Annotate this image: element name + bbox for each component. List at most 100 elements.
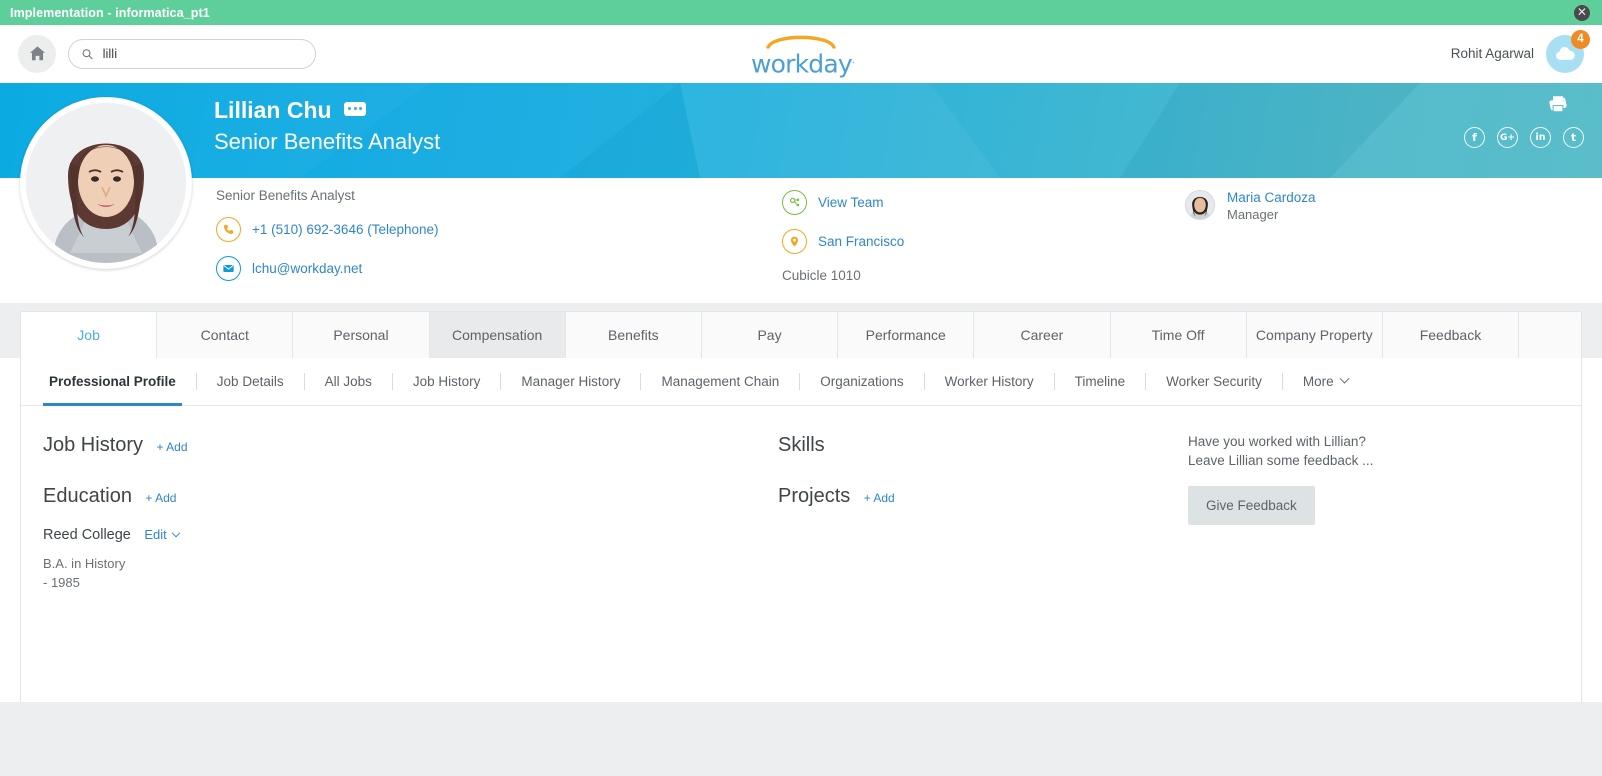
education-title: Education: [43, 485, 132, 507]
tab-job[interactable]: Job: [21, 312, 158, 358]
education-degree: B.A. in History: [43, 556, 126, 571]
feedback-prompt-line2: Leave Lillian some feedback ...: [1188, 453, 1374, 468]
subtab-job-details[interactable]: Job Details: [197, 358, 304, 405]
skills-section: Skills: [778, 434, 1158, 457]
facebook-icon[interactable]: f: [1464, 127, 1485, 148]
twitter-icon[interactable]: t: [1563, 127, 1584, 148]
manager-avatar[interactable]: [1185, 190, 1215, 220]
subtab-more[interactable]: More: [1283, 358, 1368, 405]
view-team-row: View Team: [782, 190, 904, 215]
subtab-worker-history[interactable]: Worker History: [925, 358, 1054, 405]
projects-section: Projects + Add: [778, 485, 1158, 508]
social-links: f G+ in t: [1464, 127, 1584, 148]
education-section: Education + Add Reed College Edit B.A. i…: [43, 485, 723, 590]
tab-overflow[interactable]: [1519, 312, 1581, 358]
related-actions-icon[interactable]: [344, 101, 367, 116]
subtab-timeline[interactable]: Timeline: [1055, 358, 1146, 405]
subtab-professional-profile[interactable]: Professional Profile: [29, 358, 196, 406]
give-feedback-button[interactable]: Give Feedback: [1188, 486, 1315, 525]
phone-row: +1 (510) 692-3646 (Telephone): [216, 217, 439, 242]
location-pin-icon: [782, 229, 807, 254]
page-background: [0, 702, 1602, 776]
manager-info: Maria Cardoza Manager: [1227, 190, 1316, 222]
chevron-down-icon: [1339, 373, 1350, 384]
phone-link[interactable]: +1 (510) 692-3646 (Telephone): [252, 222, 439, 237]
worker-name: Lillian Chu: [214, 97, 332, 123]
email-icon: [216, 256, 241, 281]
current-user-name: Rohit Agarwal: [1450, 46, 1534, 61]
linkedin-icon[interactable]: in: [1530, 127, 1551, 148]
primary-tabs: Job Contact Personal Compensation Benefi…: [20, 311, 1582, 358]
tab-feedback[interactable]: Feedback: [1382, 312, 1520, 358]
email-link[interactable]: lchu@workday.net: [252, 261, 362, 276]
subtab-manager-history[interactable]: Manager History: [501, 358, 640, 405]
tab-personal[interactable]: Personal: [293, 312, 430, 358]
job-history-education-column: Job History + Add Education + Add Reed C…: [43, 434, 723, 618]
projects-add-link[interactable]: + Add: [864, 491, 895, 505]
profile-info-strip: Senior Benefits Analyst +1 (510) 692-364…: [0, 178, 1602, 303]
manager-column: Maria Cardoza Manager: [1185, 190, 1316, 222]
tab-benefits[interactable]: Benefits: [565, 312, 702, 358]
contact-column: Senior Benefits Analyst +1 (510) 692-364…: [216, 188, 439, 295]
tab-contact[interactable]: Contact: [157, 312, 294, 358]
home-icon[interactable]: [18, 34, 56, 73]
subtab-worker-security[interactable]: Worker Security: [1146, 358, 1282, 405]
tab-pay[interactable]: Pay: [701, 312, 839, 358]
search-input[interactable]: [102, 46, 303, 61]
print-icon[interactable]: [1550, 95, 1584, 113]
job-history-section: Job History + Add: [43, 434, 723, 457]
subtab-job-history[interactable]: Job History: [393, 358, 501, 405]
education-school-name: Reed College: [43, 527, 131, 543]
tab-company-property[interactable]: Company Property: [1246, 312, 1383, 358]
search-icon: [82, 48, 93, 59]
subtab-organizations[interactable]: Organizations: [800, 358, 923, 405]
tab-career[interactable]: Career: [974, 312, 1111, 358]
implementation-banner: Implementation - informatica_pt1 ✕: [0, 0, 1602, 25]
workday-wordmark: workday.: [751, 49, 855, 78]
google-plus-icon[interactable]: G+: [1497, 127, 1518, 148]
education-add-link[interactable]: + Add: [145, 491, 176, 505]
implementation-title: Implementation - informatica_pt1: [10, 5, 210, 20]
global-header: workday. Rohit Agarwal 4: [0, 25, 1602, 83]
banner-tool-icons: [1532, 95, 1584, 113]
skills-projects-column: Skills Projects + Add: [778, 434, 1158, 536]
email-row: lchu@workday.net: [216, 256, 439, 281]
subtab-management-chain[interactable]: Management Chain: [641, 358, 799, 405]
header-user-area: Rohit Agarwal 4: [1450, 29, 1590, 73]
location-row: San Francisco: [782, 229, 904, 254]
location-link[interactable]: San Francisco: [818, 234, 904, 249]
cubicle-text: Cubicle 1010: [782, 268, 861, 283]
subtab-all-jobs[interactable]: All Jobs: [305, 358, 392, 405]
tab-time-off[interactable]: Time Off: [1110, 312, 1247, 358]
chevron-down-icon: [171, 528, 180, 538]
primary-tabs-band: Job Contact Personal Compensation Benefi…: [0, 303, 1602, 358]
job-content-card: Professional Profile Job Details All Job…: [20, 358, 1582, 760]
workday-worker-profile-page: Implementation - informatica_pt1 ✕ workd…: [0, 0, 1602, 776]
education-entry: Reed College Edit B.A. in History - 1985: [43, 526, 723, 590]
workday-arc-icon: [766, 35, 836, 49]
sub-tabs: Professional Profile Job Details All Job…: [21, 358, 1581, 406]
feedback-prompt-line1: Have you worked with Lillian?: [1188, 434, 1366, 449]
view-team-link[interactable]: View Team: [818, 195, 884, 210]
job-title-text: Senior Benefits Analyst: [216, 188, 355, 203]
worker-business-title: Senior Benefits Analyst: [214, 129, 441, 154]
skills-title: Skills: [778, 434, 825, 456]
projects-title: Projects: [778, 485, 851, 507]
search-box[interactable]: [68, 38, 316, 69]
notification-badge[interactable]: 4: [1571, 29, 1590, 49]
team-icon: [782, 190, 807, 215]
team-location-column: View Team San Francisco Cubicle 1010: [782, 190, 904, 283]
workday-logo: workday.: [751, 31, 855, 78]
profile-banner: Lillian Chu Senior Benefits Analyst f G+…: [0, 83, 1602, 178]
banner-identity: Lillian Chu Senior Benefits Analyst: [214, 97, 440, 155]
avatar[interactable]: [20, 97, 192, 269]
education-year: - 1985: [43, 575, 80, 590]
close-circle-icon[interactable]: ✕: [1574, 4, 1590, 21]
cloud-avatar-icon[interactable]: 4: [1546, 29, 1590, 73]
job-history-add-link[interactable]: + Add: [156, 440, 187, 454]
tab-performance[interactable]: Performance: [838, 312, 975, 358]
phone-icon: [216, 217, 241, 242]
tab-compensation[interactable]: Compensation: [429, 312, 566, 358]
education-edit-link[interactable]: Edit: [144, 527, 180, 542]
manager-name-link[interactable]: Maria Cardoza: [1227, 190, 1316, 205]
